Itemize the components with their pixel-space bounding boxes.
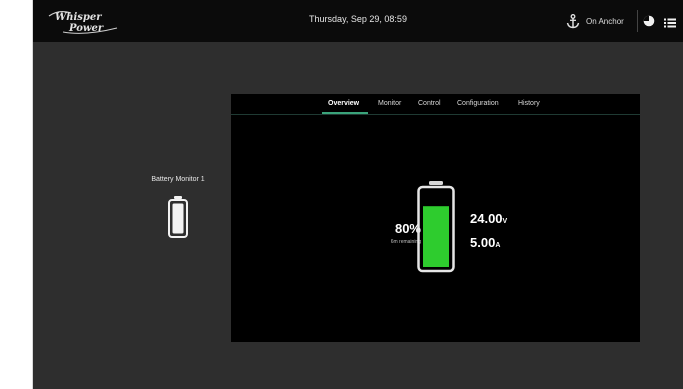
soc-caption: 6m remaining bbox=[390, 239, 421, 245]
current-value: 5.00 bbox=[470, 235, 496, 250]
anchor-status[interactable]: On Anchor bbox=[566, 12, 624, 30]
voltage-value: 24.00 bbox=[470, 211, 503, 226]
clock-icon[interactable] bbox=[643, 14, 655, 32]
left-gutter bbox=[0, 0, 33, 389]
topbar-divider bbox=[637, 10, 638, 32]
tab-configuration[interactable]: Configuration bbox=[457, 100, 499, 107]
anchor-status-label: On Anchor bbox=[586, 16, 624, 26]
current-unit: A bbox=[495, 242, 501, 249]
app-window: Whisper Power Thursday, Sep 29, 08:59 On… bbox=[33, 0, 683, 389]
top-bar: Whisper Power Thursday, Sep 29, 08:59 On… bbox=[33, 0, 683, 42]
active-tab-indicator bbox=[322, 112, 368, 114]
current-reading: 5.00A bbox=[470, 231, 507, 255]
tab-monitor[interactable]: Monitor bbox=[378, 100, 401, 107]
tab-control[interactable]: Control bbox=[418, 100, 441, 107]
tab-overview[interactable]: Overview bbox=[328, 100, 359, 107]
menu-icon[interactable] bbox=[664, 15, 676, 33]
voltage-reading: 24.00V bbox=[470, 207, 507, 231]
tab-bar: Overview Monitor Control Configuration H… bbox=[231, 94, 640, 115]
voltage-unit: V bbox=[502, 218, 508, 225]
soc-value: 80% bbox=[394, 221, 421, 236]
tab-history[interactable]: History bbox=[518, 100, 540, 107]
anchor-icon bbox=[566, 13, 580, 29]
electrical-readings: 24.00V 5.00A bbox=[470, 207, 507, 255]
battery-icon bbox=[417, 181, 455, 273]
svg-text:Power: Power bbox=[68, 23, 104, 34]
state-of-charge: 80% 6m remaining bbox=[351, 221, 421, 245]
battery-icon bbox=[168, 196, 188, 238]
battery-detail-panel: Overview Monitor Control Configuration H… bbox=[231, 94, 640, 342]
